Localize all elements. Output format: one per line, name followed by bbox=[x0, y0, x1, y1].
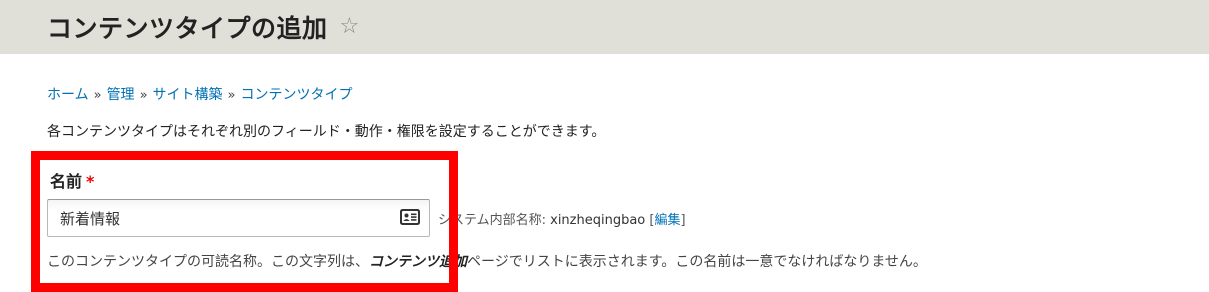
breadcrumb-separator: » bbox=[93, 88, 102, 103]
name-input[interactable] bbox=[47, 199, 430, 237]
breadcrumb-home-link[interactable]: ホーム bbox=[47, 87, 89, 103]
machine-name-prefix: システム内部名称: bbox=[438, 213, 551, 228]
required-marker: * bbox=[86, 172, 95, 191]
page-description: 各コンテンツタイプはそれぞれ別のフィールド・動作・権限を設定することができます。 bbox=[47, 124, 606, 140]
bracket-close: ] bbox=[680, 213, 686, 228]
help-text-emphasis: コンテンツ追加 bbox=[369, 254, 467, 270]
machine-name: システム内部名称: xinzheqingbao [編集] bbox=[438, 209, 686, 228]
name-field-label: 名前 * bbox=[50, 168, 94, 192]
breadcrumb-separator: » bbox=[227, 88, 236, 103]
page: コンテンツタイプの追加 ☆ ホーム » 管理 » サイト構築 » コンテンツタイプ 各コンテ… bbox=[0, 0, 1209, 292]
machine-name-value: xinzheqingbao bbox=[550, 213, 646, 228]
breadcrumb-structure-link[interactable]: サイト構築 bbox=[153, 87, 223, 103]
name-label-text: 名前 bbox=[50, 172, 83, 191]
contact-card-icon bbox=[400, 209, 420, 225]
edit-machine-name-link[interactable]: 編集 bbox=[654, 213, 680, 228]
name-help-text: このコンテンツタイプの可読名称。この文字列は、コンテンツ追加ページでリストに表示… bbox=[47, 251, 927, 271]
breadcrumb-content-types-link[interactable]: コンテンツタイプ bbox=[241, 87, 353, 103]
page-title: コンテンツタイプの追加 bbox=[47, 14, 328, 43]
help-text-part1: このコンテンツタイプの可読名称。この文字列は、 bbox=[47, 254, 369, 270]
breadcrumb-separator: » bbox=[139, 88, 148, 103]
help-text-part2: ページでリストに表示されます。この名前は一意でなければなりません。 bbox=[467, 254, 927, 270]
breadcrumb-admin-link[interactable]: 管理 bbox=[107, 87, 135, 103]
breadcrumb: ホーム » 管理 » サイト構築 » コンテンツタイプ bbox=[47, 84, 353, 104]
star-icon[interactable]: ☆ bbox=[340, 16, 360, 38]
page-header: コンテンツタイプの追加 ☆ bbox=[0, 0, 1209, 54]
